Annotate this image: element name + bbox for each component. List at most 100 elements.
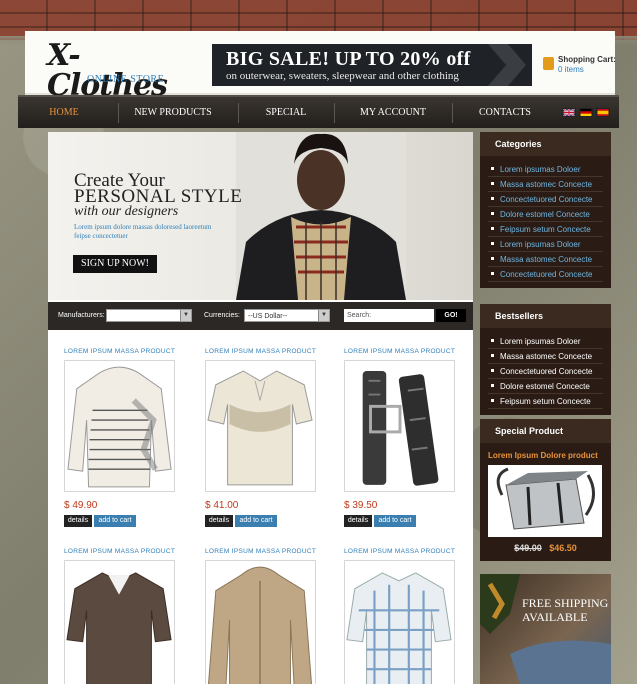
spain-flag-icon[interactable] — [596, 108, 610, 117]
nav-item-home[interactable]: HOME — [36, 97, 92, 128]
product-image-jacket[interactable] — [205, 560, 316, 684]
category-label: Massa astomec Concecte — [500, 255, 593, 264]
bullet-icon — [491, 384, 494, 387]
banner-subtext: on outerwear, sweaters, sleepwear and ot… — [226, 70, 459, 82]
bestseller-item[interactable]: Massa astomec Concecte — [488, 349, 603, 364]
currencies-select[interactable]: --US Dollar-- ▼ — [244, 309, 330, 322]
go-button[interactable]: GO! — [436, 309, 466, 322]
shipping-line1: FREE SHIPPING — [522, 596, 609, 610]
category-item[interactable]: Concectetuored Concecte — [488, 267, 603, 282]
product-title[interactable]: LOREM IPSUM MASSA PRODUCT — [344, 548, 469, 558]
bullet-icon — [491, 339, 494, 342]
bullet-icon — [491, 257, 494, 260]
logo-subtitle: ONLINE STORE — [87, 74, 165, 85]
special-old-price: $49.00 — [514, 543, 542, 553]
nav-divider — [452, 103, 453, 123]
category-label: Dolore estomel Concecte — [500, 210, 590, 219]
free-shipping-banner[interactable]: FREE SHIPPING AVAILABLE — [480, 574, 611, 684]
bullet-icon — [491, 167, 494, 170]
bullet-icon — [491, 227, 494, 230]
product-title[interactable]: LOREM IPSUM MASSA PRODUCT — [64, 548, 189, 558]
bestseller-label: Concectetuored Concecte — [500, 367, 593, 376]
product-card: LOREM IPSUM MASSA PRODUCT $ 39.50 detail… — [344, 348, 469, 527]
sale-banner[interactable]: BIG SALE! UP TO 20% off on outerwear, sw… — [212, 44, 532, 86]
category-item[interactable]: Massa astomec Concecte — [488, 177, 603, 192]
currencies-label: Currencies: — [204, 312, 240, 319]
category-item[interactable]: Dolore estomel Concecte — [488, 207, 603, 222]
hero-banner: Create Your PERSONAL STYLE with our desi… — [48, 132, 473, 300]
nav-divider — [118, 103, 119, 123]
details-button[interactable]: details — [205, 515, 233, 527]
category-item[interactable]: Feipsum setum Concecte — [488, 222, 603, 237]
model-photo — [236, 132, 406, 300]
search-input[interactable]: Search: — [344, 309, 434, 322]
main-nav: HOME NEW PRODUCTS SPECIAL MY ACCOUNT CON… — [18, 95, 619, 128]
category-label: Feipsum setum Concecte — [500, 225, 591, 234]
product-title[interactable]: LOREM IPSUM MASSA PRODUCT — [344, 348, 469, 358]
cart-items-count[interactable]: 0 items — [558, 65, 584, 74]
add-to-cart-button[interactable]: add to cart — [374, 515, 416, 527]
manufacturers-label: Manufacturers: — [58, 312, 105, 319]
banner-headline: BIG SALE! UP TO 20% off — [226, 48, 471, 70]
sign-up-button[interactable]: SIGN UP NOW! — [73, 255, 157, 273]
shopping-cart[interactable]: Shopping Cart: 0 items — [543, 55, 616, 79]
bullet-icon — [491, 182, 494, 185]
logo[interactable]: X-Clothes ONLINE STORE — [47, 41, 187, 101]
product-image-hoodie[interactable] — [64, 360, 175, 492]
germany-flag-icon[interactable] — [579, 108, 593, 117]
manufacturers-select[interactable]: ▼ — [106, 309, 192, 322]
nav-divider — [334, 103, 335, 123]
hero-description: Lorem ipsum dolore massas doloresed laor… — [74, 223, 212, 240]
add-to-cart-button[interactable]: add to cart — [235, 515, 277, 527]
bestseller-item[interactable]: Dolore estomel Concecte — [488, 379, 603, 394]
chevron-down-icon: ▼ — [318, 310, 329, 321]
category-item[interactable]: Lorem ipsumas Doloer — [488, 162, 603, 177]
category-item[interactable]: Massa astomec Concecte — [488, 252, 603, 267]
product-image-shirt[interactable] — [64, 560, 175, 684]
special-product-heading: Special Product — [480, 419, 611, 443]
special-new-price: $46.50 — [549, 543, 577, 553]
cart-label: Shopping Cart: — [558, 55, 616, 64]
product-price: $ 41.00 — [205, 500, 239, 511]
uk-flag-icon[interactable] — [562, 108, 576, 117]
bestsellers-list: Lorem ipsumas Doloer Massa astomec Conce… — [480, 328, 611, 415]
categories-list: Lorem ipsumas Doloer Massa astomec Conce… — [480, 156, 611, 288]
logo-title: X-Clothes — [47, 38, 168, 103]
product-price: $ 39.50 — [344, 500, 378, 511]
special-product-name[interactable]: Lorem Ipsum Dolore product — [480, 443, 611, 465]
bestseller-label: Massa astomec Concecte — [500, 352, 593, 361]
bestseller-item[interactable]: Lorem ipsumas Doloer — [488, 334, 603, 349]
product-title[interactable]: LOREM IPSUM MASSA PRODUCT — [205, 348, 330, 358]
shipping-text: FREE SHIPPING AVAILABLE — [522, 596, 608, 624]
product-card: LOREM IPSUM MASSA PRODUCT $ 49.90 detail… — [64, 348, 189, 527]
product-image-polo[interactable] — [205, 360, 316, 492]
bullet-icon — [491, 212, 494, 215]
bullet-icon — [491, 272, 494, 275]
special-product-image[interactable] — [488, 465, 602, 537]
product-title[interactable]: LOREM IPSUM MASSA PRODUCT — [64, 348, 189, 358]
details-button[interactable]: details — [64, 515, 92, 527]
category-item[interactable]: Concectetuored Concecte — [488, 192, 603, 207]
product-image-plaid-shirt[interactable] — [344, 560, 455, 684]
shipping-line2: AVAILABLE — [522, 610, 588, 624]
special-product-image-wrap — [480, 465, 611, 537]
nav-item-my-account[interactable]: MY ACCOUNT — [336, 97, 450, 128]
category-item[interactable]: Lorem ipsumas Doloer — [488, 237, 603, 252]
bestseller-item[interactable]: Concectetuored Concecte — [488, 364, 603, 379]
category-label: Concectetuored Concecte — [500, 195, 593, 204]
shipping-illustration — [480, 574, 611, 684]
details-button[interactable]: details — [344, 515, 372, 527]
category-label: Lorem ipsumas Doloer — [500, 165, 581, 174]
bestseller-item[interactable]: Feipsum setum Concecte — [488, 394, 603, 409]
bullet-icon — [491, 197, 494, 200]
filter-bar: Manufacturers: ▼ Currencies: --US Dollar… — [48, 302, 473, 330]
nav-item-new-products[interactable]: NEW PRODUCTS — [120, 97, 226, 128]
add-to-cart-button[interactable]: add to cart — [94, 515, 136, 527]
bullet-icon — [491, 242, 494, 245]
product-image-belt[interactable] — [344, 360, 455, 492]
product-title[interactable]: LOREM IPSUM MASSA PRODUCT — [205, 548, 330, 558]
main-content: Create Your PERSONAL STYLE with our desi… — [48, 132, 473, 684]
nav-item-special[interactable]: SPECIAL — [240, 97, 332, 128]
bullet-icon — [491, 369, 494, 372]
nav-item-contacts[interactable]: CONTACTS — [454, 97, 556, 128]
